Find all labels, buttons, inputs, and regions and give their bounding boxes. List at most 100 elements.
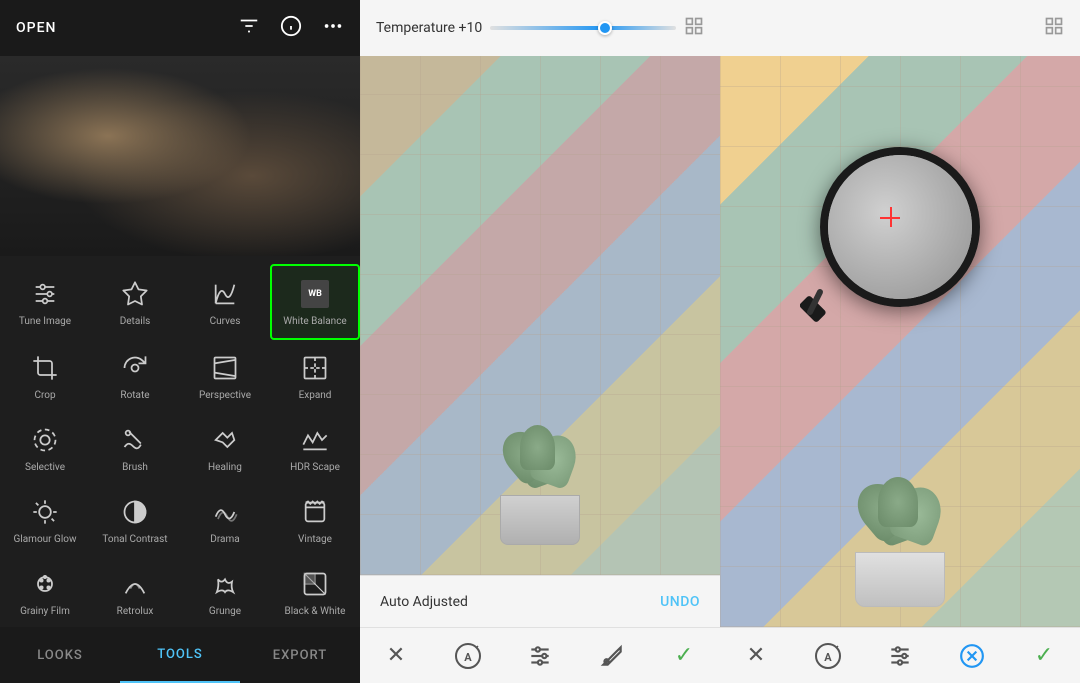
vintage-icon bbox=[297, 494, 333, 530]
perspective-label: Perspective bbox=[199, 390, 251, 402]
tool-retrolux[interactable]: Retrolux bbox=[90, 556, 180, 627]
grunge-icon bbox=[207, 566, 243, 602]
temperature-slider[interactable] bbox=[490, 26, 676, 30]
glamour-glow-label: Glamour Glow bbox=[14, 534, 77, 546]
magnifier bbox=[820, 147, 980, 307]
expand-label: Expand bbox=[299, 390, 332, 402]
tool-tune-image[interactable]: Tune Image bbox=[0, 264, 90, 340]
tool-vintage[interactable]: Vintage bbox=[270, 484, 360, 556]
expand-icon bbox=[297, 350, 333, 386]
open-button[interactable]: OPEN bbox=[16, 20, 56, 36]
temperature-slider-thumb bbox=[598, 21, 612, 35]
tonal-contrast-icon bbox=[117, 494, 153, 530]
more-icon[interactable] bbox=[322, 15, 344, 42]
left-panel: OPEN bbox=[0, 0, 360, 683]
tool-grunge[interactable]: Grunge bbox=[180, 556, 270, 627]
middle-bottom: Auto Adjusted UNDO ✕ A bbox=[360, 575, 720, 683]
right-auto-button[interactable]: A bbox=[810, 638, 846, 674]
expand-icon[interactable] bbox=[684, 16, 704, 41]
tool-curves[interactable]: Curves bbox=[180, 264, 270, 340]
auto-adjusted-text: Auto Adjusted bbox=[380, 594, 468, 610]
selective-label: Selective bbox=[25, 462, 65, 474]
right-tune-button[interactable] bbox=[882, 638, 918, 674]
grunge-label: Grunge bbox=[209, 606, 241, 618]
tool-selective[interactable]: Selective bbox=[0, 412, 90, 484]
tools-grid: Tune Image Details Curves WB White Balan… bbox=[0, 256, 360, 627]
drama-icon bbox=[207, 494, 243, 530]
top-bar-icons bbox=[238, 15, 344, 42]
tool-rotate[interactable]: Rotate bbox=[90, 340, 180, 412]
eyedropper-handle bbox=[800, 257, 860, 327]
right-action-bar: ✕ A bbox=[720, 627, 1080, 683]
right-succulent bbox=[835, 467, 965, 607]
filter-icon[interactable] bbox=[238, 15, 260, 42]
tool-hdr-scape[interactable]: HDR Scape bbox=[270, 412, 360, 484]
tool-details[interactable]: Details bbox=[90, 264, 180, 340]
middle-panel: Temperature +10 bbox=[360, 0, 720, 683]
right-panel: ✕ A bbox=[720, 0, 1080, 683]
preview-image-inner bbox=[0, 56, 360, 256]
tool-healing[interactable]: Healing bbox=[180, 412, 270, 484]
right-close-button[interactable]: ✕ bbox=[738, 638, 774, 674]
middle-top: Temperature +10 bbox=[360, 0, 720, 56]
tool-brush[interactable]: Brush bbox=[90, 412, 180, 484]
tool-white-balance[interactable]: WB White Balance bbox=[270, 264, 360, 340]
brush-icon bbox=[117, 422, 153, 458]
succulent-pot bbox=[480, 415, 600, 545]
hdr-scape-label: HDR Scape bbox=[290, 462, 340, 474]
middle-image bbox=[360, 56, 720, 575]
curves-label: Curves bbox=[210, 316, 241, 328]
auto-adjusted-bar: Auto Adjusted UNDO bbox=[360, 575, 720, 627]
middle-action-bar: ✕ A bbox=[360, 627, 720, 683]
white-balance-label: White Balance bbox=[283, 316, 346, 328]
temperature-control: Temperature +10 bbox=[376, 20, 676, 36]
right-image-bg bbox=[720, 56, 1080, 627]
details-icon bbox=[117, 276, 153, 312]
drama-label: Drama bbox=[210, 534, 239, 546]
middle-auto-button[interactable]: A bbox=[450, 638, 486, 674]
curves-icon bbox=[207, 276, 243, 312]
healing-label: Healing bbox=[208, 462, 242, 474]
rotate-icon bbox=[117, 350, 153, 386]
info-icon[interactable] bbox=[280, 15, 302, 42]
tool-grainy-film[interactable]: Grainy Film bbox=[0, 556, 90, 627]
right-expand-icon[interactable] bbox=[1044, 16, 1064, 40]
tool-glamour-glow[interactable]: Glamour Glow bbox=[0, 484, 90, 556]
tile-pattern-bg bbox=[360, 56, 720, 575]
tool-perspective[interactable]: Perspective bbox=[180, 340, 270, 412]
middle-tune-button[interactable] bbox=[522, 638, 558, 674]
brush-label: Brush bbox=[122, 462, 148, 474]
nav-export[interactable]: EXPORT bbox=[240, 627, 360, 683]
retrolux-icon bbox=[117, 566, 153, 602]
middle-eyedropper-button[interactable] bbox=[594, 638, 630, 674]
grainy-film-label: Grainy Film bbox=[20, 606, 70, 618]
magnifier-crosshair bbox=[890, 217, 910, 237]
tonal-contrast-label: Tonal Contrast bbox=[102, 534, 167, 546]
top-bar: OPEN bbox=[0, 0, 360, 56]
preview-image bbox=[0, 56, 360, 256]
tune-image-label: Tune Image bbox=[19, 316, 71, 328]
bottom-nav: LOOKS TOOLS EXPORT bbox=[0, 627, 360, 683]
nav-looks[interactable]: LOOKS bbox=[0, 627, 120, 683]
hdr-scape-icon bbox=[297, 422, 333, 458]
undo-button[interactable]: UNDO bbox=[660, 594, 700, 610]
tool-black-white[interactable]: Black & White bbox=[270, 556, 360, 627]
tool-expand[interactable]: Expand bbox=[270, 340, 360, 412]
right-confirm-button[interactable]: ✓ bbox=[1026, 638, 1062, 674]
black-white-icon bbox=[297, 566, 333, 602]
right-image bbox=[720, 56, 1080, 627]
retrolux-label: Retrolux bbox=[117, 606, 154, 618]
nav-tools[interactable]: TOOLS bbox=[120, 627, 240, 683]
crop-icon bbox=[27, 350, 63, 386]
tool-tonal-contrast[interactable]: Tonal Contrast bbox=[90, 484, 180, 556]
tool-drama[interactable]: Drama bbox=[180, 484, 270, 556]
glamour-glow-icon bbox=[27, 494, 63, 530]
tool-crop[interactable]: Crop bbox=[0, 340, 90, 412]
crop-label: Crop bbox=[34, 390, 55, 402]
middle-confirm-button[interactable]: ✓ bbox=[666, 638, 702, 674]
vintage-label: Vintage bbox=[298, 534, 332, 546]
middle-close-button[interactable]: ✕ bbox=[378, 638, 414, 674]
selective-icon bbox=[27, 422, 63, 458]
right-cancel-eyedropper-button[interactable] bbox=[954, 638, 990, 674]
temperature-label: Temperature +10 bbox=[376, 20, 482, 36]
